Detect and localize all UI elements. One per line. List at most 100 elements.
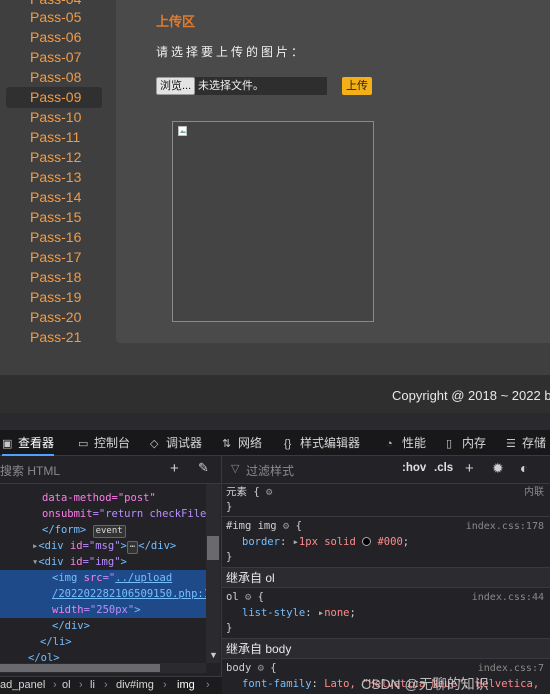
rule-source-link[interactable]: index.css:44: [472, 590, 544, 605]
html-line[interactable]: </div>: [0, 618, 206, 634]
breadcrumb-scroll-right-icon[interactable]: ›: [206, 677, 210, 694]
html-line[interactable]: </li>: [0, 634, 206, 650]
html-link[interactable]: ../upload: [115, 572, 172, 584]
tab-label: 内存: [462, 436, 487, 450]
cls-button[interactable]: .cls: [434, 462, 453, 474]
sidebar-item-pass-09[interactable]: Pass-09: [6, 87, 102, 108]
html-line-selected[interactable]: width="250px">: [0, 602, 206, 618]
tab-performance[interactable]: ◔ 性能: [386, 430, 426, 456]
tab-label: 性能: [402, 436, 427, 450]
tab-inspector[interactable]: ▣ 查看器: [2, 430, 55, 456]
html-line[interactable]: ▾<div id="img">: [0, 554, 206, 570]
markup-vertical-scrollbar[interactable]: ▼: [206, 484, 220, 663]
rule-declaration[interactable]: list-style: ▸none;: [226, 606, 546, 621]
scroll-down-icon[interactable]: ▼: [209, 650, 218, 660]
tab-storage[interactable]: ☰ 存储: [506, 430, 546, 456]
html-attr: width: [52, 604, 84, 616]
rule-element[interactable]: 元素 { ⚙: [226, 485, 546, 500]
rule-declaration[interactable]: border: ▸1px solid #000;: [226, 535, 546, 550]
tab-memory[interactable]: ▯ 内存: [446, 430, 486, 456]
breadcrumb-item[interactable]: li: [90, 677, 95, 694]
html-tag: <img: [52, 572, 78, 584]
rule-brace: {: [257, 591, 264, 603]
sidebar-item-pass-14[interactable]: Pass-14: [6, 187, 102, 208]
css-value: #000: [377, 536, 403, 548]
file-input[interactable]: 浏览... 未选择文件。: [156, 77, 327, 95]
inherited-from-body-header: 继承自 body: [222, 638, 550, 659]
eyedropper-icon[interactable]: ✎: [198, 460, 209, 476]
copyright-text: Copyright @ 2018 ~ 2022 b: [392, 388, 550, 403]
inspector-icon: ▣: [2, 438, 13, 450]
css-property: list-style: [242, 607, 306, 619]
dark-theme-icon[interactable]: ◐: [520, 460, 528, 476]
tab-console[interactable]: ▭ 控制台: [78, 430, 130, 456]
sidebar-item-pass-08[interactable]: Pass-08: [6, 67, 102, 88]
style-editor-icon: {}: [284, 438, 292, 450]
html-line[interactable]: data-method="post": [0, 490, 206, 506]
html-line[interactable]: </form> event: [0, 522, 206, 538]
sidebar-item-pass-21[interactable]: Pass-21: [6, 327, 102, 348]
sidebar-item-pass-13[interactable]: Pass-13: [6, 167, 102, 188]
html-tag: </div>: [138, 540, 177, 552]
sidebar-item-pass-17[interactable]: Pass-17: [6, 247, 102, 268]
sidebar-item-pass-05[interactable]: Pass-05: [6, 7, 102, 28]
breadcrumb-item[interactable]: div#img: [116, 677, 154, 694]
sidebar-item-pass-15[interactable]: Pass-15: [6, 207, 102, 228]
upload-prompt: 请选择要上传的图片：: [156, 45, 307, 59]
sidebar-item-pass-19[interactable]: Pass-19: [6, 287, 102, 308]
color-swatch[interactable]: [362, 537, 372, 546]
html-line-selected[interactable]: /202202282106509150.php:1: [0, 586, 206, 602]
search-html-input[interactable]: 搜索 HTML: [0, 462, 60, 479]
gear-icon[interactable]: ⚙: [266, 486, 272, 498]
markup-horizontal-scrollbar[interactable]: [0, 663, 206, 673]
upload-button[interactable]: 上传: [342, 77, 372, 95]
page-footer: Copyright @ 2018 ~ 2022 b: [0, 375, 550, 413]
html-line-selected[interactable]: <img src="../upload: [0, 570, 206, 586]
light-theme-icon[interactable]: ✹: [492, 460, 504, 477]
tab-network[interactable]: ⇅ 网络: [222, 430, 262, 456]
scrollbar-thumb[interactable]: [0, 664, 160, 672]
filter-styles-input[interactable]: 过滤样式: [246, 462, 294, 479]
html-tag: >: [120, 556, 127, 568]
breadcrumb-item[interactable]: ol: [62, 677, 71, 694]
breadcrumb: ad_panel › ol › li › div#img › img ›: [0, 676, 222, 694]
breadcrumb-item-current[interactable]: img: [177, 677, 195, 694]
gear-icon[interactable]: ⚙: [245, 591, 251, 603]
breadcrumb-item[interactable]: ad_panel: [0, 677, 45, 694]
rule-selector: 元素 {: [226, 486, 260, 498]
tab-debugger[interactable]: ◇ 调试器: [150, 430, 202, 456]
event-badge[interactable]: event: [92, 525, 126, 538]
html-tag: <div: [38, 540, 64, 552]
storage-icon: ☰: [506, 438, 516, 450]
tab-style-editor[interactable]: {} 样式编辑器: [284, 430, 360, 456]
css-property: border: [242, 536, 280, 548]
sidebar-item-pass-11[interactable]: Pass-11: [6, 127, 102, 148]
rule-selector: ol: [226, 591, 239, 603]
sidebar-item-pass-06[interactable]: Pass-06: [6, 27, 102, 48]
rule-brace: {: [295, 520, 302, 532]
gear-icon[interactable]: ⚙: [283, 520, 289, 532]
browse-button[interactable]: 浏览...: [156, 77, 196, 95]
html-line[interactable]: ▸<div id="msg"> ⋯ </div>: [0, 538, 206, 554]
add-rule-icon[interactable]: +: [465, 460, 474, 477]
sidebar-item-pass-16[interactable]: Pass-16: [6, 227, 102, 248]
html-tag: <div: [38, 556, 64, 568]
hov-button[interactable]: :hov: [402, 462, 426, 474]
html-line[interactable]: onsubmit="return checkFile(): [0, 506, 206, 522]
sidebar-item-pass-10[interactable]: Pass-10: [6, 107, 102, 128]
sidebar-item-pass-20[interactable]: Pass-20: [6, 307, 102, 328]
sidebar-item-pass-07[interactable]: Pass-07: [6, 47, 102, 68]
html-attr: onsubmit: [42, 508, 93, 520]
html-tag: </li>: [40, 636, 72, 648]
upload-title: 上传区: [156, 14, 196, 29]
ellipsis-badge[interactable]: ⋯: [126, 541, 139, 554]
sidebar-item-pass-18[interactable]: Pass-18: [6, 267, 102, 288]
sidebar-item-pass-12[interactable]: Pass-12: [6, 147, 102, 168]
scrollbar-thumb[interactable]: [207, 536, 219, 560]
html-link[interactable]: /202202282106509150.php:1: [52, 588, 206, 600]
rule-source-link[interactable]: index.css:178: [466, 519, 544, 534]
gear-icon[interactable]: ⚙: [258, 662, 264, 674]
rule-close: }: [226, 622, 233, 634]
add-node-icon[interactable]: +: [170, 460, 179, 477]
inline-label: 内联: [524, 487, 544, 498]
